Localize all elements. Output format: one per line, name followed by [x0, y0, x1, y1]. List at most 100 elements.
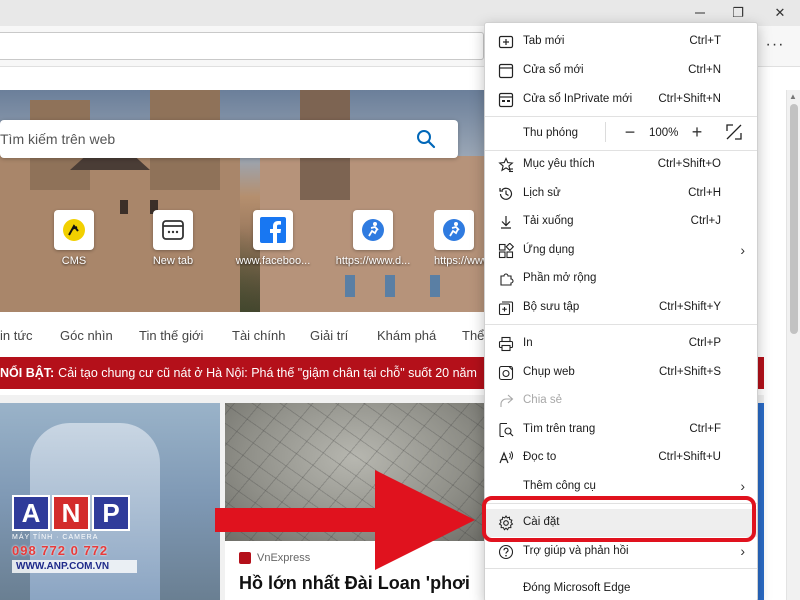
- tile-box: [353, 210, 393, 250]
- breaking-text: Cải tạo chung cư cũ nát ở Hà Nội: Phá th…: [58, 366, 477, 380]
- menu-new-window[interactable]: Cửa sổ mới Ctrl+N: [485, 57, 757, 85]
- nav-item[interactable]: Giải trí: [310, 328, 348, 343]
- tile-label: New tab: [152, 255, 194, 267]
- search-placeholder: Tìm kiếm trên web: [0, 131, 116, 147]
- search-icon[interactable]: [416, 129, 436, 149]
- quick-link-cms[interactable]: CMS: [35, 210, 113, 267]
- menu-label: In: [523, 337, 533, 349]
- menu-label: Tải xuống: [523, 215, 574, 227]
- watermark-subtitle: MÁY TÍNH · CAMERA: [12, 534, 99, 541]
- menu-shortcut: Ctrl+P: [688, 337, 721, 349]
- menu-read-aloud[interactable]: Đọc to Ctrl+Shift+U: [485, 444, 757, 472]
- menu-collections[interactable]: Bộ sưu tập Ctrl+Shift+Y: [485, 294, 757, 322]
- menu-close-edge[interactable]: Đóng Microsoft Edge: [485, 575, 757, 600]
- history-icon: [497, 185, 515, 203]
- scroll-up-icon[interactable]: ▲: [789, 92, 797, 101]
- menu-shortcut: Ctrl+Shift+S: [659, 366, 721, 378]
- print-icon: [497, 335, 515, 353]
- inprivate-icon: [497, 91, 515, 109]
- anp-watermark: A N P MÁY TÍNH · CAMERA 098 772 0 772 WW…: [12, 495, 137, 573]
- tile-box: [153, 210, 193, 250]
- menu-label: Chia sẻ: [523, 394, 562, 406]
- address-bar[interactable]: [0, 32, 484, 60]
- quick-link-facebook[interactable]: www.faceboo...: [234, 210, 312, 267]
- menu-web-capture[interactable]: Chụp web Ctrl+Shift+S: [485, 359, 757, 387]
- menu-apps[interactable]: Ứng dụng ›: [485, 237, 757, 265]
- menu-downloads[interactable]: Tải xuống Ctrl+J: [485, 208, 757, 236]
- settings-and-more-button[interactable]: ···: [760, 32, 790, 58]
- castle-window: [385, 275, 395, 297]
- tile-label: CMS: [61, 255, 87, 267]
- news-nav: in tức Góc nhìn Tin thế giới Tài chính G…: [0, 318, 490, 354]
- menu-label: Cửa sổ mới: [523, 64, 584, 76]
- zoom-divider: [605, 122, 606, 142]
- runner-icon: [443, 219, 465, 241]
- fullscreen-icon[interactable]: [725, 123, 743, 141]
- close-window-button[interactable]: ✕: [760, 0, 800, 26]
- menu-label: Đóng Microsoft Edge: [523, 582, 631, 594]
- menu-shortcut: Ctrl+Shift+U: [658, 451, 721, 463]
- menu-label: Chụp web: [523, 366, 575, 378]
- menu-zoom: Thu phóng − 100% +: [485, 118, 757, 148]
- page-scrollbar[interactable]: ▲: [786, 90, 800, 600]
- menu-label: Tìm trên trang: [523, 423, 596, 435]
- new-window-icon: [497, 62, 515, 80]
- menu-label: Lịch sử: [523, 187, 561, 199]
- runner-icon: [362, 219, 384, 241]
- nav-item[interactable]: Tin thế giới: [139, 328, 203, 343]
- menu-extensions[interactable]: Phần mở rộng: [485, 265, 757, 293]
- castle-window: [430, 275, 440, 297]
- minimize-icon: [695, 12, 705, 14]
- menu-label: Cửa sổ InPrivate mới: [523, 93, 633, 105]
- apps-icon: [497, 242, 515, 260]
- menu-history[interactable]: Lịch sử Ctrl+H: [485, 180, 757, 208]
- menu-shortcut: Ctrl+Shift+N: [658, 93, 721, 105]
- menu-shortcut: Ctrl+T: [689, 35, 721, 47]
- menu-separator: [485, 116, 757, 117]
- watermark-letter: N: [52, 495, 90, 531]
- castle-window: [120, 200, 128, 214]
- nav-item[interactable]: Tài chính: [232, 328, 285, 343]
- zoom-value: 100%: [649, 127, 679, 139]
- download-icon: [497, 213, 515, 231]
- menu-label: Tab mới: [523, 35, 565, 47]
- watermark-site: WWW.ANP.COM.VN: [12, 560, 137, 573]
- tile-label: https://www.d...: [434, 255, 484, 267]
- quick-link-site-1[interactable]: https://www.d...: [334, 210, 412, 267]
- menu-new-tab[interactable]: Tab mới Ctrl+T: [485, 28, 757, 56]
- watermark-letters: A N P: [12, 495, 137, 531]
- red-arrow-annotation: [215, 470, 475, 570]
- watermark-phone: 098 772 0 772: [12, 543, 109, 558]
- nav-item[interactable]: Góc nhìn: [60, 328, 113, 343]
- help-icon: [497, 543, 515, 561]
- favorites-icon: [497, 156, 515, 174]
- read-aloud-icon: [497, 449, 515, 467]
- tile-label: https://www.d...: [335, 255, 411, 267]
- quick-link-site-2[interactable]: https://www.d...: [434, 210, 484, 267]
- menu-label: Thêm công cụ: [523, 480, 596, 492]
- zoom-out-button[interactable]: −: [618, 120, 642, 144]
- quick-link-new-tab[interactable]: New tab: [134, 210, 212, 267]
- chevron-right-icon: ›: [740, 478, 745, 494]
- menu-print[interactable]: In Ctrl+P: [485, 330, 757, 358]
- menu-inprivate-window[interactable]: Cửa sổ InPrivate mới Ctrl+Shift+N: [485, 86, 757, 114]
- menu-label: Mục yêu thích: [523, 158, 595, 170]
- nav-item[interactable]: in tức: [0, 328, 33, 343]
- nav-item[interactable]: Khám phá: [377, 328, 436, 343]
- menu-shortcut: Ctrl+Shift+O: [657, 158, 721, 170]
- menu-label: Phần mở rộng: [523, 272, 597, 284]
- scrollbar-thumb[interactable]: [790, 104, 798, 334]
- menu-favorites[interactable]: Mục yêu thích Ctrl+Shift+O: [485, 151, 757, 179]
- cms-icon: [63, 219, 85, 241]
- zoom-in-button[interactable]: +: [685, 120, 709, 144]
- menu-find-on-page[interactable]: Tìm trên trang Ctrl+F: [485, 416, 757, 444]
- tile-label: www.faceboo...: [235, 255, 311, 267]
- menu-label: Thu phóng: [523, 127, 578, 139]
- nav-item[interactable]: Thể: [462, 328, 484, 343]
- menu-label: Bộ sưu tập: [523, 301, 580, 313]
- web-search-box[interactable]: Tìm kiếm trên web: [0, 120, 458, 158]
- menu-help-feedback[interactable]: Trợ giúp và phản hồi ›: [485, 538, 757, 566]
- menu-label: Đọc to: [523, 451, 557, 463]
- menu-shortcut: Ctrl+H: [688, 187, 721, 199]
- share-icon: [497, 392, 515, 410]
